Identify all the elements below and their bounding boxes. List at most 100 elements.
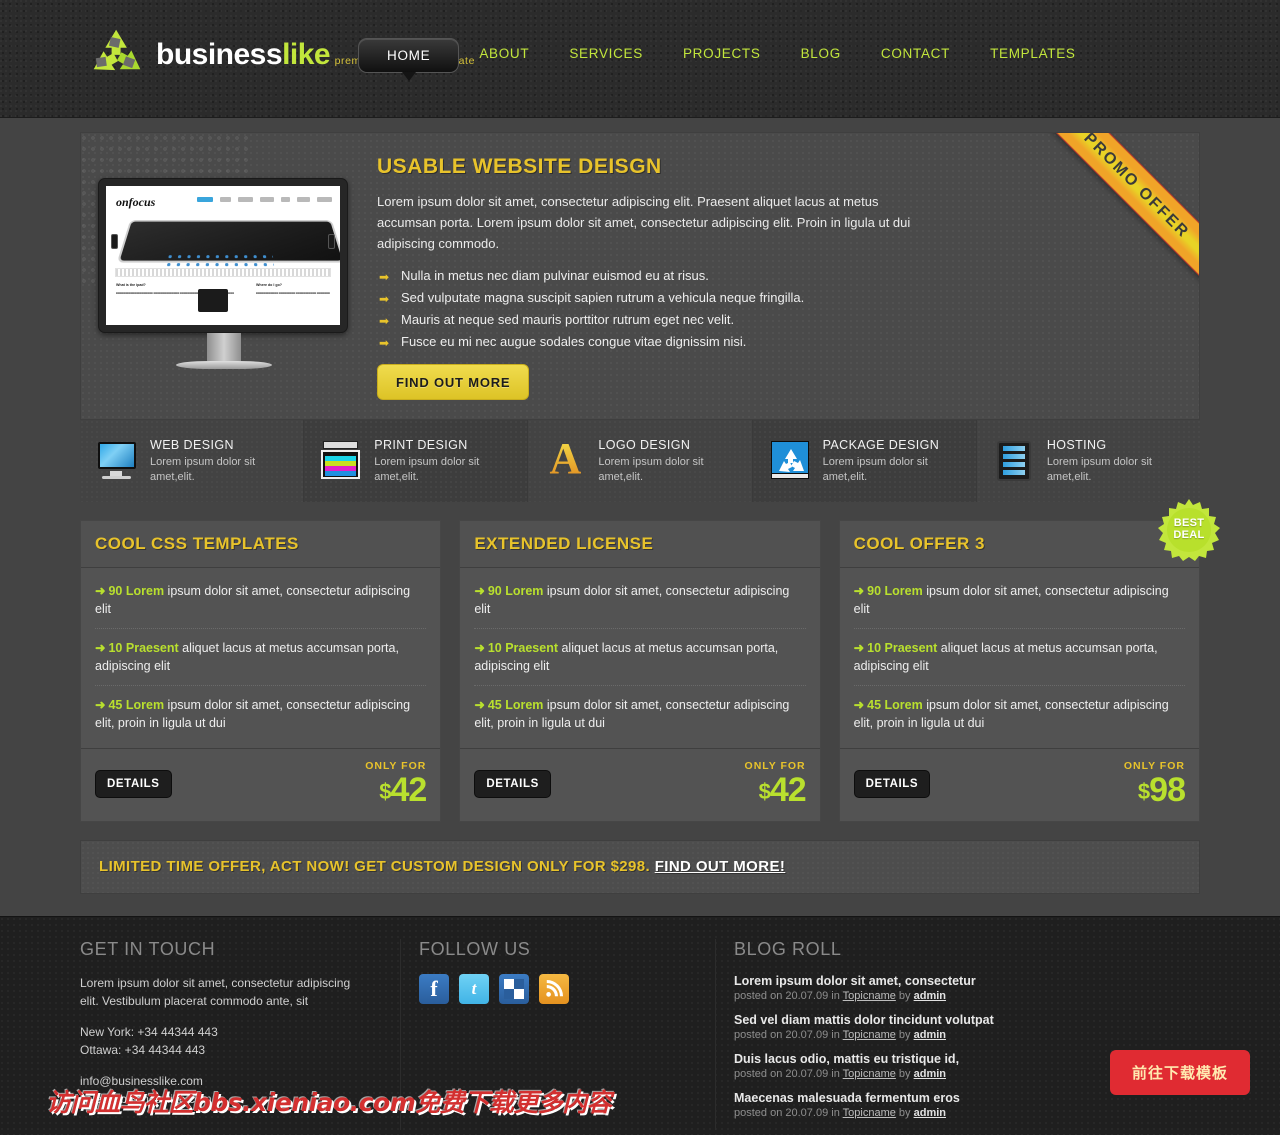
details-button[interactable]: DETAILS bbox=[95, 769, 172, 798]
price-feature-highlight: 90 Lorem bbox=[487, 584, 544, 598]
service-hosting[interactable]: HOSTING Lorem ipsum dolor sit amet,elit. bbox=[976, 420, 1201, 502]
arrow-right-icon: ➡ bbox=[379, 292, 390, 307]
hero-bullet: ➡ Fusce eu mi nec augue sodales congue vi… bbox=[377, 334, 917, 356]
nav-item-contact[interactable]: CONTACT bbox=[861, 38, 970, 69]
arrow-right-icon: ➡ bbox=[379, 336, 390, 351]
blog-item-title[interactable]: Sed vel diam mattis dolor tincidunt volu… bbox=[734, 1013, 1027, 1027]
service-title: LOGO DESIGN bbox=[598, 437, 691, 452]
hero-bullet: ➡ Mauris at neque sed mauris porttitor ru… bbox=[377, 312, 917, 334]
price-amount-wrap: ONLY FOR $98 bbox=[1124, 761, 1186, 809]
download-template-button[interactable]: 前往下载模板 bbox=[1109, 1049, 1250, 1095]
mockup-col-a-heading: What is the ipad? bbox=[116, 283, 146, 287]
blog-by: by bbox=[895, 1028, 914, 1041]
recycle-icon bbox=[88, 28, 146, 80]
price-feature: ➜ 10 Praesent aliquet lacus at metus accu… bbox=[853, 629, 1185, 686]
monitor-page: onfocus What is the ipad? ▄▄▄▄▄▄▄▄▄▄▄▄▄▄… bbox=[106, 186, 340, 325]
price-amount: $42 bbox=[379, 770, 428, 809]
arrow-right-icon: ➡ bbox=[379, 314, 390, 329]
service-desc: Lorem ipsum dolor sit amet,elit. bbox=[822, 455, 928, 483]
watermark-text: 访问血鸟社区bbs.xieniao.com免费下载更多内容 bbox=[46, 1087, 612, 1117]
service-logo-design[interactable]: A LOGO DESIGN Lorem ipsum dolor sit amet… bbox=[528, 420, 753, 502]
site-header: businesslike premium html/css template H… bbox=[0, 0, 1280, 118]
service-desc: Lorem ipsum dolor sit amet,elit. bbox=[598, 455, 704, 483]
price-amount: $98 bbox=[1138, 771, 1186, 809]
arrow-right-icon: ➜ bbox=[853, 698, 865, 712]
mockup-col-b-heading: Where do I go? bbox=[256, 283, 282, 287]
hero-body: USABLE WEBSITE DEISGN Lorem ipsum dolor … bbox=[377, 155, 917, 401]
service-text: PRINT DESIGN Lorem ipsum dolor sit amet,… bbox=[374, 438, 513, 485]
service-print-design[interactable]: PRINT DESIGN Lorem ipsum dolor sit amet,… bbox=[304, 420, 529, 502]
twitter-icon[interactable]: t bbox=[459, 973, 489, 1004]
hero-section: onfocus What is the ipad? ▄▄▄▄▄▄▄▄▄▄▄▄▄▄… bbox=[80, 132, 1200, 420]
nav-item-projects[interactable]: PROJECTS bbox=[663, 38, 781, 69]
service-web-design[interactable]: WEB DESIGN Lorem ipsum dolor sit amet,el… bbox=[80, 420, 305, 502]
arrow-right-icon: ➜ bbox=[474, 698, 485, 712]
find-out-more-button[interactable]: FIND OUT MORE bbox=[377, 364, 530, 401]
hero-bullet: ➡ Nulla in metus nec diam pulvinar euismo… bbox=[377, 268, 917, 290]
blog-topic-link[interactable]: Topicname bbox=[843, 1068, 896, 1080]
details-button[interactable]: DETAILS bbox=[853, 769, 931, 798]
service-desc: Lorem ipsum dolor sit amet,elit. bbox=[150, 455, 256, 483]
service-text: LOGO DESIGN Lorem ipsum dolor sit amet,e… bbox=[598, 438, 737, 485]
nav-item-about[interactable]: ABOUT bbox=[459, 38, 549, 69]
mockup-tablet bbox=[116, 220, 340, 278]
nav-item-services[interactable]: SERVICES bbox=[549, 38, 663, 69]
rss-icon[interactable] bbox=[539, 973, 569, 1004]
blog-item[interactable]: Lorem ipsum dolor sit amet, consectetur … bbox=[734, 974, 1027, 1002]
price-currency: $ bbox=[379, 778, 391, 804]
blog-item-title[interactable]: Duis lacus odio, mattis eu tristique id, bbox=[734, 1052, 1027, 1066]
logo-title-part1: business bbox=[156, 38, 283, 71]
blog-roll-title: BLOG ROLL bbox=[734, 938, 842, 959]
blog-topic-link[interactable]: Topicname bbox=[843, 1029, 896, 1041]
blog-item[interactable]: Maecenas malesuada fermentum eros posted… bbox=[734, 1091, 1027, 1119]
nav-item-home[interactable]: HOME bbox=[358, 38, 460, 81]
price-amount-wrap: ONLY FOR $42 bbox=[745, 761, 807, 807]
blog-posted-on: posted on 20.07.09 in bbox=[734, 1106, 843, 1119]
blog-item-title[interactable]: Maecenas malesuada fermentum eros bbox=[734, 1091, 1027, 1105]
blog-posted-on: posted on 20.07.09 in bbox=[734, 1028, 843, 1041]
follow-us-title: FOLLOW US bbox=[419, 938, 531, 959]
nav-item-blog[interactable]: BLOG bbox=[781, 38, 861, 69]
arrow-right-icon: ➜ bbox=[853, 584, 865, 598]
service-desc: Lorem ipsum dolor sit amet,elit. bbox=[1046, 455, 1152, 483]
arrow-right-icon: ➜ bbox=[474, 641, 485, 655]
blog-author-link[interactable]: admin bbox=[914, 1068, 946, 1080]
blog-author-link[interactable]: admin bbox=[914, 1107, 946, 1119]
nav-item-templates[interactable]: TEMPLATES bbox=[970, 38, 1096, 69]
service-title: WEB DESIGN bbox=[150, 437, 234, 452]
price-feature-highlight: 45 Lorem bbox=[487, 698, 544, 712]
cta-link[interactable]: FIND OUT MORE! bbox=[655, 858, 786, 875]
price-feature: ➜ 10 Praesent aliquet lacus at metus accu… bbox=[95, 629, 427, 686]
blog-author-link[interactable]: admin bbox=[914, 990, 946, 1002]
contact-blurb: Lorem ipsum dolor sit amet, consectetur … bbox=[80, 975, 351, 1009]
blog-item-title[interactable]: Lorem ipsum dolor sit amet, consectetur bbox=[734, 974, 1027, 988]
blog-by: by bbox=[895, 1067, 914, 1080]
hero-monitor-mockup: onfocus What is the ipad? ▄▄▄▄▄▄▄▄▄▄▄▄▄▄… bbox=[98, 178, 350, 369]
blog-author-link[interactable]: admin bbox=[914, 1029, 946, 1041]
service-title: PRINT DESIGN bbox=[374, 437, 468, 452]
blog-topic-link[interactable]: Topicname bbox=[843, 990, 896, 1002]
blog-item-meta: posted on 20.07.09 in Topicname by admin bbox=[734, 1029, 1027, 1041]
facebook-icon[interactable]: f bbox=[419, 973, 449, 1004]
price-feature-highlight: 10 Praesent bbox=[487, 641, 558, 655]
main-nav[interactable]: HOME ABOUT SERVICES PROJECTS BLOG CONTAC… bbox=[358, 38, 1096, 81]
delicious-icon[interactable] bbox=[499, 973, 529, 1004]
main-content: onfocus What is the ipad? ▄▄▄▄▄▄▄▄▄▄▄▄▄▄… bbox=[80, 118, 1220, 894]
price-box-2: EXTENDED LICENSE ➜ 90 Lorem ipsum dolor s… bbox=[459, 520, 821, 822]
price-currency: $ bbox=[758, 778, 771, 804]
price-feature: ➜ 45 Lorem ipsum dolor sit amet, consecte… bbox=[854, 686, 1185, 742]
services-strip: WEB DESIGN Lorem ipsum dolor sit amet,el… bbox=[80, 420, 1201, 502]
price-feature-highlight: 45 Lorem bbox=[108, 698, 165, 712]
hero-bullet-list: ➡ Nulla in metus nec diam pulvinar euismo… bbox=[377, 268, 917, 356]
service-package-design[interactable]: PACKAGE DESIGN Lorem ipsum dolor sit ame… bbox=[752, 420, 977, 502]
mockup-slider bbox=[115, 268, 331, 277]
service-title: PACKAGE DESIGN bbox=[822, 437, 940, 452]
blog-item[interactable]: Duis lacus odio, mattis eu tristique id,… bbox=[734, 1052, 1027, 1080]
blog-item[interactable]: Sed vel diam mattis dolor tincidunt volu… bbox=[734, 1013, 1027, 1041]
details-button[interactable]: DETAILS bbox=[474, 769, 551, 798]
blog-topic-link[interactable]: Topicname bbox=[843, 1107, 896, 1119]
price-value: 42 bbox=[390, 770, 428, 809]
blog-item-meta: posted on 20.07.09 in Topicname by admin bbox=[734, 1107, 1027, 1119]
recycle-box-icon bbox=[767, 439, 813, 483]
